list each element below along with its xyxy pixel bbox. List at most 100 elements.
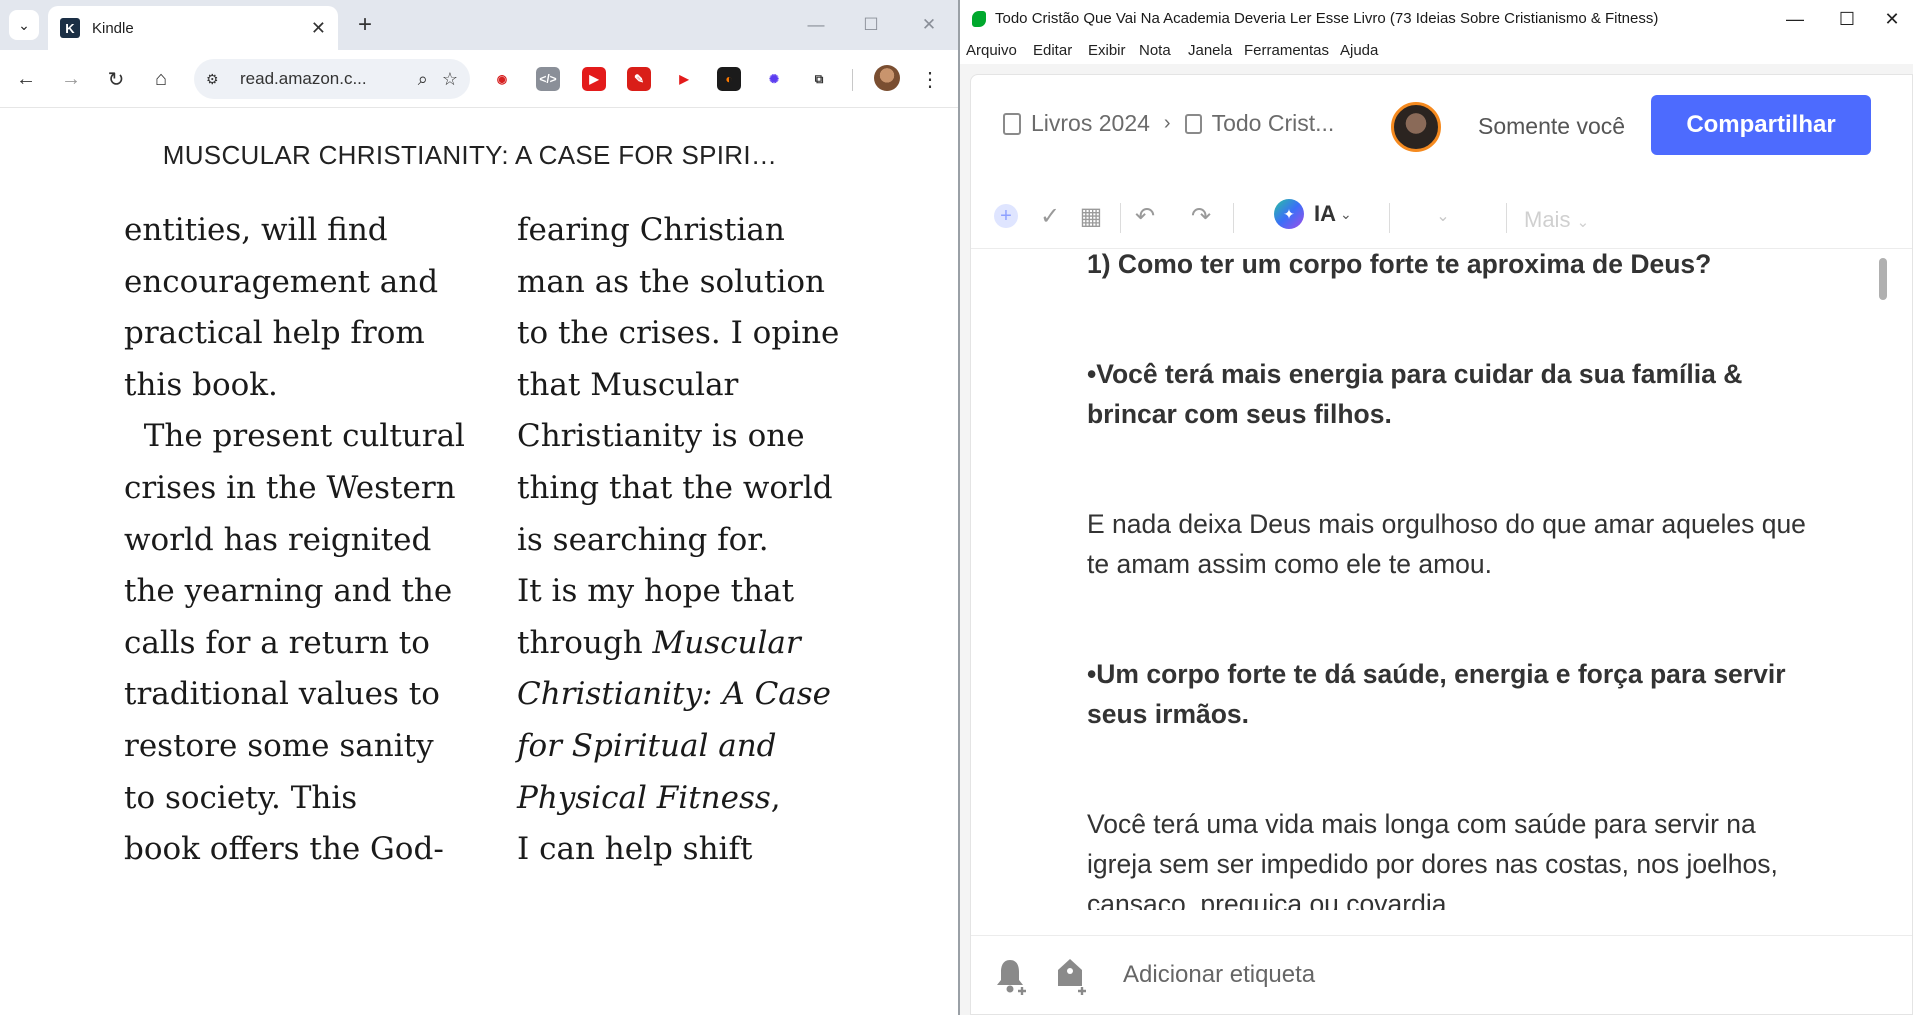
red-extension-icon[interactable]: ✎ [627,67,651,91]
add-tag-icon[interactable] [1055,956,1089,996]
book-line: this book. [124,360,465,412]
en-close-button[interactable]: ✕ [1872,4,1912,34]
redo-icon[interactable]: ↷ [1184,199,1218,233]
toolbar-separator [1233,203,1234,233]
ai-sparkle-icon: ✦ [1274,199,1304,229]
book-line-text: is searching for. [517,521,769,558]
formatting-toolbar: + ✓ ▦ ↶ ↷ ✦ IA ⌄ ⌄ Mais ⌄ [971,185,1912,249]
book-line-text: restore some sanity [124,727,434,764]
tab-search-button[interactable]: ⌄ [9,10,39,40]
breadcrumb-notebook[interactable]: Livros 2024 [1031,110,1150,137]
ai-button[interactable]: ✦ IA ⌄ [1274,199,1352,229]
add-tag-field[interactable]: Adicionar etiqueta [1123,961,1315,989]
menu-janela[interactable]: Janela [1188,42,1232,59]
scrollbar-thumb[interactable] [1879,258,1887,300]
play-extension-icon[interactable]: ▶ [672,67,696,91]
more-label: Mais [1524,207,1571,232]
profile-avatar[interactable] [874,65,900,91]
book-line-text: entities, will find [124,212,388,248]
back-button[interactable]: ← [10,63,42,95]
kindle-favicon-icon: K [60,18,80,38]
note-heading: 1) Como ter um corpo forte te aproxima d… [1087,250,1712,279]
menu-exibir[interactable]: Exibir [1088,42,1126,59]
book-line-text: thing that the world [517,469,833,506]
menu-ferramentas[interactable]: Ferramentas [1244,42,1329,59]
menu-editar[interactable]: Editar [1033,42,1072,59]
record-extension-icon[interactable]: ◉ [490,67,514,91]
orange-extension-icon[interactable]: ◐ [717,67,741,91]
puzzle-extension-icon[interactable]: ⧉ [807,67,831,91]
user-avatar[interactable] [1391,102,1441,152]
youtube-extension-icon[interactable]: ▶ [582,67,606,91]
share-visibility[interactable]: Somente você [1478,113,1625,140]
code-extension-icon[interactable]: </> [536,67,560,91]
zoom-icon[interactable]: ⌕ [418,69,428,90]
toolbar-separator [1506,203,1507,233]
maximize-button[interactable]: ☐ [856,10,886,40]
book-line-text: to society. This [124,779,358,816]
home-button[interactable]: ⌂ [145,63,177,95]
book-line-text: practical help from [124,315,425,352]
breadcrumb-note[interactable]: Todo Crist... [1212,110,1335,137]
book-line: Physical Fitness, [517,773,839,825]
book-title-header: MUSCULAR CHRISTIANITY: A CASE FOR SPIRI… [162,140,778,170]
note-paragraph: E nada deixa Deus mais orgulhoso do que … [1087,509,1806,579]
forward-button[interactable]: → [55,63,87,95]
note-content[interactable]: 1) Como ter um corpo forte te aproxima d… [971,250,1912,910]
book-line-text: Christianity is one [517,418,805,455]
book-line-text: traditional values to [124,676,440,713]
en-maximize-button[interactable]: ☐ [1827,4,1867,34]
breadcrumb: Livros 2024 › Todo Crist... [1003,110,1334,137]
book-line: book offers the God- [124,824,465,876]
breadcrumb-chevron-icon: › [1163,112,1171,134]
insert-plus-icon[interactable]: + [994,204,1018,228]
toolbar-separator [1120,203,1121,233]
en-minimize-button[interactable]: — [1775,4,1815,34]
tab-close-icon[interactable]: ✕ [311,18,326,39]
chrome-menu-icon[interactable]: ⋮ [918,64,942,94]
address-bar[interactable]: ⚙ read.amazon.c... ⌕ ☆ [194,59,470,99]
tab-strip: ⌄ K Kindle ✕ + — ☐ ✕ [0,0,958,50]
menu-arquivo[interactable]: Arquivo [966,42,1017,59]
site-settings-icon[interactable]: ⚙ [206,71,226,88]
tab-title: Kindle [92,19,134,37]
book-line: for Spiritual and [517,721,839,773]
book-line-text: fearing Christian [517,212,785,248]
menu-nota[interactable]: Nota [1139,42,1171,59]
menu-ajuda[interactable]: Ajuda [1340,42,1378,59]
book-line-text: Physical Fitness [517,779,771,816]
book-line: fearing Christian [517,205,839,257]
chevron-down-icon: ⌄ [1576,214,1590,231]
book-line: traditional values to [124,669,465,721]
note-icon [1184,113,1202,134]
bookmark-star-icon[interactable]: ☆ [442,69,458,90]
task-check-icon[interactable]: ✓ [1033,199,1067,233]
note-paragraph: Você terá uma vida mais longa com saúde … [1087,809,1778,910]
reminder-bell-icon[interactable] [995,956,1029,996]
spark-extension-icon[interactable]: ✺ [762,67,786,91]
minimize-button[interactable]: — [801,10,831,40]
book-line-text: the yearning and the [124,573,453,610]
book-line-text: encouragement and [124,263,439,300]
tab-kindle[interactable]: K Kindle ✕ [48,6,338,50]
note-paragraph: •Você terá mais energia para cuidar da s… [1087,359,1743,429]
close-window-button[interactable]: ✕ [914,10,944,40]
book-line: It is my hope that [517,566,839,618]
window-title: Todo Cristão Que Vai Na Academia Deveria… [995,10,1659,27]
book-line: world has reignited [124,515,465,567]
book-line: to society. This [124,773,465,825]
desktop: ⌄ K Kindle ✕ + — ☐ ✕ ← → ↻ ⌂ ⚙ read.amaz… [0,0,1913,1015]
evernote-window: Todo Cristão Que Vai Na Academia Deveria… [960,0,1913,1015]
calendar-icon[interactable]: ▦ [1074,199,1108,233]
more-menu[interactable]: Mais ⌄ [1524,207,1589,233]
share-button[interactable]: Compartilhar [1651,95,1871,155]
new-tab-button[interactable]: + [350,10,380,40]
book-line: through Muscular [517,618,839,670]
style-dropdown-caret-icon[interactable]: ⌄ [1426,199,1460,233]
notebook-icon [1003,112,1021,135]
book-line: that Muscular [517,360,839,412]
url-text[interactable]: read.amazon.c... [240,69,404,89]
book-line-text: book offers the God- [124,831,444,868]
undo-icon[interactable]: ↶ [1128,199,1162,233]
reload-button[interactable]: ↻ [100,63,132,95]
